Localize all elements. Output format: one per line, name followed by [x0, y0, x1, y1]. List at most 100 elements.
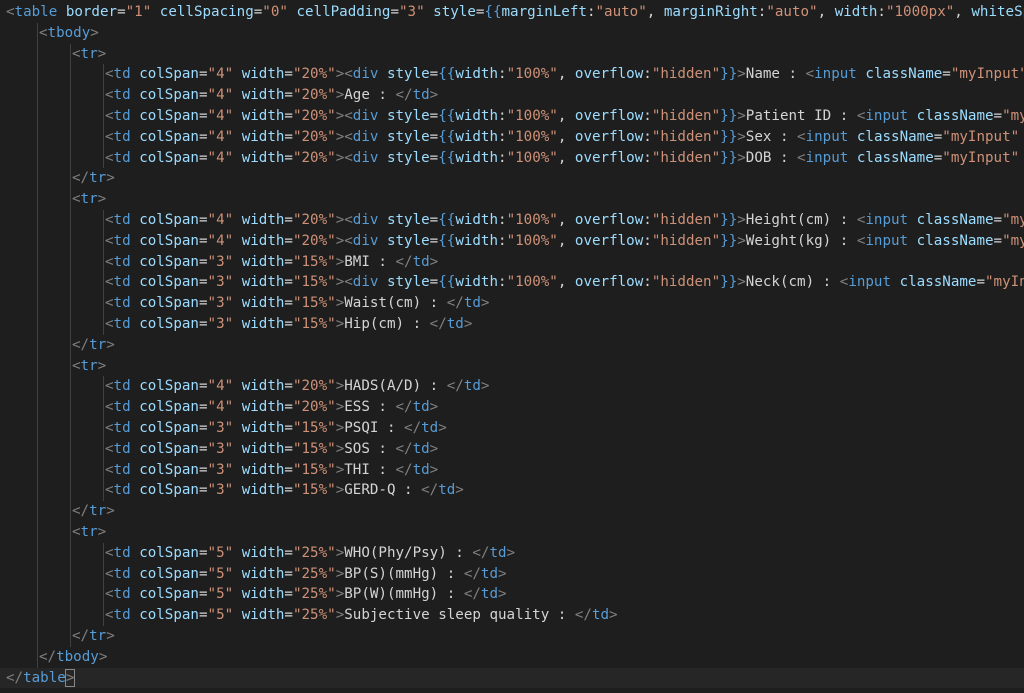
code-line[interactable]: </tr> — [0, 334, 1024, 356]
code-token: colSpan — [139, 607, 199, 624]
text-cursor — [74, 669, 76, 686]
code-line[interactable]: <td colSpan="3" width="15%">PSQI : </td> — [0, 417, 1024, 439]
code-token: }} — [720, 232, 738, 249]
code-line[interactable]: <tbody> — [0, 22, 1024, 44]
code-line[interactable]: <td colSpan="4" width="20%">HADS(A/D) : … — [0, 376, 1024, 398]
code-token: "3" — [207, 253, 234, 270]
code-line[interactable]: <td colSpan="5" width="25%">BP(W)(mmHg) … — [0, 584, 1024, 606]
code-line[interactable]: <td colSpan="4" width="20%">ESS : </td> — [0, 397, 1024, 418]
indent-guide — [70, 355, 71, 377]
code-line[interactable]: <td colSpan="5" width="25%">BP(S)(mmHg) … — [0, 563, 1024, 585]
code-token: > — [498, 565, 507, 582]
code-token: < — [6, 4, 15, 20]
code-token: "4" — [207, 232, 234, 249]
code-token: > — [335, 419, 345, 436]
code-line[interactable]: <td colSpan="3" width="15%">SOS : </td> — [0, 438, 1024, 460]
code-line[interactable]: </table> — [0, 667, 1024, 689]
code-line[interactable]: <tr> — [0, 355, 1024, 377]
code-line[interactable]: <td colSpan="3" width="15%">Waist(cm) : … — [0, 293, 1024, 314]
code-token: = — [198, 149, 208, 166]
code-token: "3" — [207, 419, 234, 436]
code-token: = — [993, 107, 1003, 124]
code-token: : — [498, 232, 507, 249]
code-token: "4" — [207, 378, 234, 395]
indent-guide — [103, 438, 104, 460]
code-token: </ — [574, 607, 592, 624]
code-token: tr — [80, 45, 98, 62]
code-token: : — [369, 461, 396, 478]
code-token: < — [105, 586, 114, 603]
indent-guide — [103, 542, 104, 564]
code-line[interactable]: <td colSpan="3" width="15%">BMI : </td> — [0, 251, 1024, 273]
code-token: : — [643, 149, 652, 166]
code-token: }} — [720, 66, 738, 83]
indent-guide — [37, 313, 38, 335]
code-token: width — [241, 87, 285, 104]
code-token: width — [241, 315, 285, 332]
code-line[interactable]: <td colSpan="4" width="20%"><div style={… — [0, 230, 1024, 252]
code-token: > — [335, 232, 345, 249]
code-line[interactable]: <tr> — [0, 521, 1024, 543]
code-token: : — [404, 315, 430, 332]
code-token: = — [284, 482, 293, 499]
code-token: : — [369, 440, 396, 457]
code-token: > — [335, 107, 345, 124]
code-token: "100%" — [506, 274, 558, 291]
indent-guide — [37, 105, 38, 127]
code-line[interactable]: <td colSpan="4" width="20%"><div style={… — [0, 209, 1024, 231]
code-line[interactable]: <td colSpan="3" width="15%">THI : </td> — [0, 459, 1024, 481]
code-token: > — [97, 523, 107, 540]
code-token: "100%" — [506, 149, 558, 166]
code-line[interactable]: <td colSpan="5" width="25%">WHO(Phy/Psy)… — [0, 542, 1024, 564]
code-line[interactable]: </tr> — [0, 168, 1024, 190]
code-token: width — [455, 149, 499, 166]
code-token: td — [113, 66, 131, 83]
code-token: td — [480, 565, 499, 582]
indent-guide — [70, 397, 71, 418]
code-token: style — [386, 232, 430, 249]
code-line[interactable]: <td colSpan="4" width="20%"><div style={… — [0, 126, 1024, 148]
code-line[interactable]: <td colSpan="3" width="15%">GERD-Q : </t… — [0, 480, 1024, 502]
code-token: = — [198, 232, 208, 249]
code-token: colSpan — [139, 544, 199, 561]
code-token: Neck(cm) — [745, 274, 815, 291]
code-token: input — [805, 128, 849, 145]
code-line[interactable]: <tr> — [0, 189, 1024, 210]
code-token: {{ — [438, 211, 456, 228]
code-token: </ — [395, 253, 413, 270]
code-line[interactable]: <td colSpan="3" width="15%"><div style={… — [0, 272, 1024, 294]
code-line[interactable]: </tbody> — [0, 646, 1024, 668]
code-token: < — [105, 211, 114, 228]
code-line[interactable]: </tr> — [0, 625, 1024, 647]
code-line[interactable]: <tr> — [0, 43, 1024, 65]
code-lines[interactable]: <table border="1" cellSpacing="0" cellPa… — [0, 2, 1024, 689]
code-token: : — [779, 66, 806, 83]
code-token: = — [198, 544, 208, 561]
code-line[interactable]: <td colSpan="3" width="15%">Hip(cm) : </… — [0, 313, 1024, 335]
indent-guide — [37, 521, 38, 543]
code-line[interactable]: </tr> — [0, 501, 1024, 522]
indent-guide — [37, 563, 38, 585]
code-token: < — [72, 523, 81, 540]
code-line[interactable]: <table border="1" cellSpacing="0" cellPa… — [0, 2, 1024, 23]
code-line[interactable]: <td colSpan="4" width="20%"><div style={… — [0, 147, 1024, 169]
code-line[interactable]: <td colSpan="4" width="20%"><div style={… — [0, 105, 1024, 127]
code-token: td — [463, 295, 481, 312]
code-line[interactable]: <td colSpan="4" width="20%"><div style={… — [0, 64, 1024, 86]
code-line[interactable]: <td colSpan="5" width="25%">Subjective s… — [0, 605, 1024, 626]
indent-guide — [103, 105, 104, 127]
code-token: "myInput" — [942, 128, 1020, 145]
code-editor[interactable]: <table border="1" cellSpacing="0" cellPa… — [0, 0, 1024, 693]
code-token: width — [241, 295, 285, 312]
code-token: < — [105, 419, 114, 436]
code-token: "20%" — [292, 87, 336, 104]
indent-guide — [103, 64, 104, 86]
code-token: = — [198, 586, 208, 603]
code-token: td — [412, 461, 430, 478]
code-line[interactable]: <td colSpan="4" width="20%">Age : </td> — [0, 85, 1024, 106]
